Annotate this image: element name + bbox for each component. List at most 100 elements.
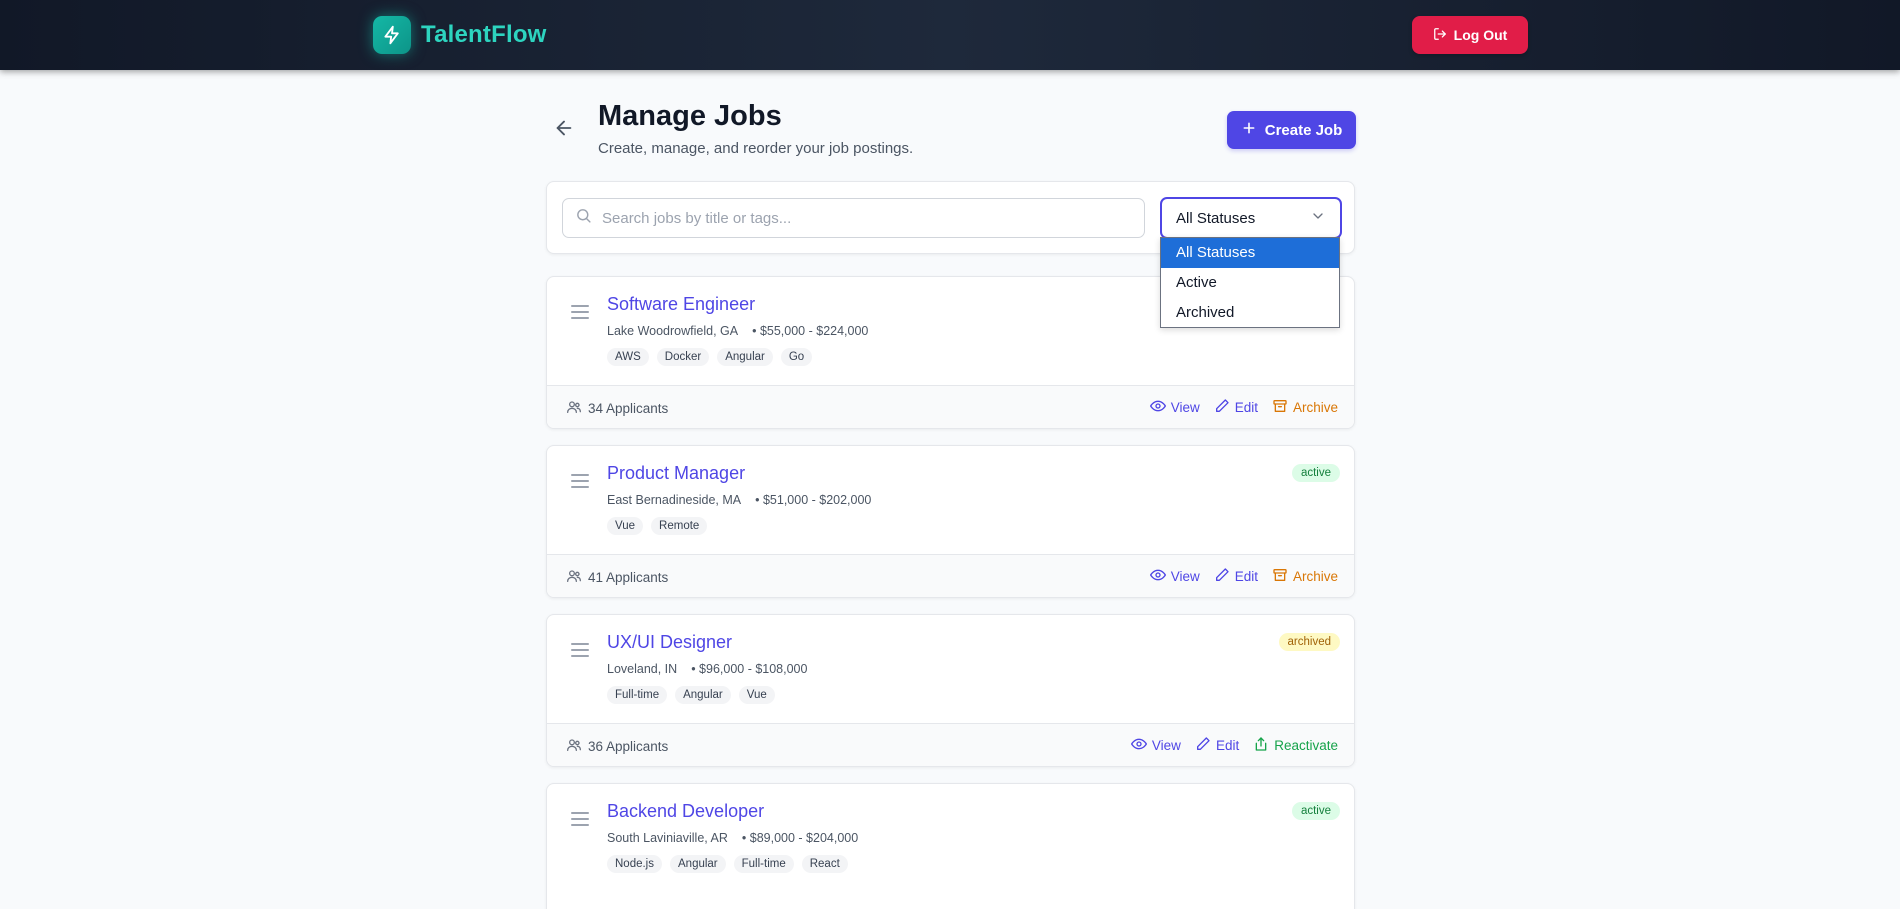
job-location: East Bernadineside, MA <box>607 493 742 507</box>
job-salary: • $51,000 - $202,000 <box>755 493 872 507</box>
plus-icon <box>1241 120 1257 140</box>
edit-label: Edit <box>1234 569 1258 584</box>
pencil-icon <box>1214 567 1230 586</box>
applicants-label: 36 Applicants <box>588 739 669 754</box>
brand[interactable]: TalentFlow <box>373 16 547 54</box>
bolt-icon <box>373 16 411 54</box>
job-tags: AWS Docker Angular Go <box>607 348 813 366</box>
back-button[interactable] <box>551 117 577 143</box>
drag-handle-icon[interactable] <box>571 474 589 488</box>
job-tag: React <box>801 855 848 873</box>
job-location: Lake Woodrowfield, GA <box>607 324 739 338</box>
job-tag: AWS <box>607 348 649 366</box>
job-card-footer: 41 Applicants View Edit Archive <box>547 554 1354 597</box>
applicants-count: 41 Applicants <box>566 568 668 587</box>
job-salary: • $89,000 - $204,000 <box>741 831 859 845</box>
status-badge: active <box>1291 802 1340 820</box>
view-button[interactable]: View <box>1149 567 1200 586</box>
status-option-all[interactable]: All Statuses <box>1161 238 1339 268</box>
search-box[interactable] <box>562 198 1145 238</box>
job-actions: View Edit Reactivate <box>1130 736 1338 755</box>
status-badge: archived <box>1278 633 1340 651</box>
share-up-icon <box>1253 736 1269 755</box>
edit-button[interactable]: Edit <box>1195 736 1239 755</box>
job-tag: Vue <box>738 686 775 704</box>
archive-button[interactable]: Archive <box>1272 398 1338 417</box>
view-button[interactable]: View <box>1130 736 1181 755</box>
users-icon <box>566 399 582 418</box>
job-tag: Vue <box>607 517 644 535</box>
applicants-label: 34 Applicants <box>588 401 669 416</box>
job-title-link[interactable]: Software Engineer <box>607 294 755 315</box>
job-tag: Go <box>780 348 813 366</box>
create-job-label: Create Job <box>1264 121 1343 139</box>
page-title: Manage Jobs <box>598 100 782 132</box>
page-subtitle: Create, manage, and reorder your job pos… <box>598 140 914 157</box>
reactivate-button[interactable]: Reactivate <box>1253 736 1338 755</box>
job-location: South Laviniaville, AR <box>607 831 728 845</box>
eye-icon <box>1130 736 1147 755</box>
job-tag: Angular <box>675 686 731 704</box>
job-tag: Angular <box>670 855 726 873</box>
job-title-link[interactable]: UX/UI Designer <box>607 632 732 653</box>
job-card-footer: 36 Applicants View Edit Reactivate <box>547 723 1354 766</box>
job-card: Backend Developer active South Laviniavi… <box>546 783 1355 909</box>
arrow-left-icon <box>553 117 575 144</box>
applicants-label: 41 Applicants <box>588 570 669 585</box>
archive-button[interactable]: Archive <box>1272 567 1338 586</box>
job-actions: View Edit Archive <box>1149 398 1338 417</box>
job-card-footer: 34 Applicants View Edit Archive <box>547 385 1354 428</box>
job-tag: Node.js <box>607 855 662 873</box>
job-salary: • $96,000 - $108,000 <box>691 662 808 676</box>
edit-label: Edit <box>1234 400 1258 415</box>
archive-label: Archive <box>1292 569 1338 584</box>
job-card: UX/UI Designer archived Loveland, IN • $… <box>546 614 1355 767</box>
job-tags: Node.js Angular Full-time React <box>607 855 848 873</box>
view-label: View <box>1151 738 1181 753</box>
job-meta: Lake Woodrowfield, GA • $55,000 - $224,0… <box>607 324 868 338</box>
edit-button[interactable]: Edit <box>1214 567 1258 586</box>
users-icon <box>566 568 582 587</box>
edit-button[interactable]: Edit <box>1214 398 1258 417</box>
status-badge: active <box>1291 464 1340 482</box>
view-button[interactable]: View <box>1149 398 1200 417</box>
drag-handle-icon[interactable] <box>571 305 589 319</box>
job-salary: • $55,000 - $224,000 <box>752 324 869 338</box>
job-tags: Full-time Angular Vue <box>607 686 775 704</box>
users-icon <box>566 737 582 756</box>
top-navbar: TalentFlow Log Out <box>0 0 1900 70</box>
logout-button[interactable]: Log Out <box>1412 16 1528 54</box>
reactivate-label: Reactivate <box>1274 738 1338 753</box>
brand-name: TalentFlow <box>421 21 547 48</box>
job-tag: Full-time <box>607 686 668 704</box>
create-job-button[interactable]: Create Job <box>1227 111 1356 149</box>
view-label: View <box>1170 569 1200 584</box>
status-dropdown-list: All Statuses Active Archived <box>1160 237 1340 328</box>
status-option-archived[interactable]: Archived <box>1161 298 1339 328</box>
applicants-count: 36 Applicants <box>566 737 668 756</box>
job-tag: Full-time <box>733 855 794 873</box>
search-input[interactable] <box>602 209 1122 227</box>
search-icon <box>575 207 592 229</box>
job-location: Loveland, IN <box>607 662 678 676</box>
edit-label: Edit <box>1215 738 1240 753</box>
pencil-icon <box>1195 736 1211 755</box>
job-card: Product Manager active East Bernadinesid… <box>546 445 1355 598</box>
status-option-active[interactable]: Active <box>1161 268 1339 298</box>
drag-handle-icon[interactable] <box>571 643 589 657</box>
job-meta: Loveland, IN • $96,000 - $108,000 <box>607 662 807 676</box>
job-meta: South Laviniaville, AR • $89,000 - $204,… <box>607 831 858 845</box>
applicants-count: 34 Applicants <box>566 399 668 418</box>
status-filter-select[interactable]: All Statuses <box>1160 197 1342 239</box>
drag-handle-icon[interactable] <box>571 812 589 826</box>
job-title-link[interactable]: Product Manager <box>607 463 745 484</box>
eye-icon <box>1149 567 1166 586</box>
job-actions: View Edit Archive <box>1149 567 1338 586</box>
job-tag: Angular <box>717 348 773 366</box>
logout-label: Log Out <box>1453 27 1508 43</box>
archive-box-icon <box>1272 567 1288 586</box>
view-label: View <box>1170 400 1200 415</box>
job-title-link[interactable]: Backend Developer <box>607 801 764 822</box>
logout-icon <box>1433 27 1447 44</box>
job-tags: Vue Remote <box>607 517 708 535</box>
